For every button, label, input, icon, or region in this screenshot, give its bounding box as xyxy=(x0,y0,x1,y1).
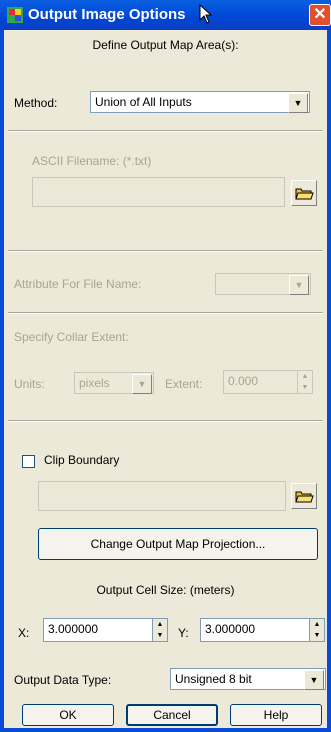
cell-size-y-label: Y: xyxy=(178,626,189,640)
method-value: Union of All Inputs xyxy=(95,95,192,109)
folder-icon xyxy=(295,491,314,503)
extent-value: 0.000 xyxy=(228,374,259,388)
clip-boundary-field[interactable] xyxy=(38,481,286,511)
chevron-down-icon[interactable]: ▼ xyxy=(304,670,324,690)
spinner-arrows-icon[interactable]: ▲ ▼ xyxy=(152,619,167,641)
divider xyxy=(8,250,323,252)
method-label: Method: xyxy=(14,96,58,110)
cancel-button[interactable]: Cancel xyxy=(126,704,218,726)
collar-label: Specify Collar Extent: xyxy=(14,330,129,344)
ok-button[interactable]: OK xyxy=(22,704,114,726)
data-type-select[interactable]: Unsigned 8 bit ▼ xyxy=(170,668,326,690)
ascii-filename-label: ASCII Filename: (*.txt) xyxy=(32,154,152,168)
cell-size-x-spinner[interactable]: 3.000000 ▲ ▼ xyxy=(43,618,168,642)
cell-size-y-value: 3.000000 xyxy=(205,622,256,636)
ascii-browse-button[interactable] xyxy=(291,180,317,206)
units-select[interactable]: pixels ▼ xyxy=(74,372,154,394)
mouse-cursor-icon xyxy=(199,4,213,24)
units-label: Units: xyxy=(14,377,45,391)
clip-boundary-label: Clip Boundary xyxy=(44,453,120,467)
divider xyxy=(8,312,323,314)
cell-size-x-value: 3.000000 xyxy=(48,622,99,636)
attribute-select[interactable]: ▼ xyxy=(215,273,311,295)
cell-size-x-label: X: xyxy=(18,626,30,640)
data-type-value: Unsigned 8 bit xyxy=(175,672,252,686)
cell-size-label: Output Cell Size: (meters) xyxy=(96,583,235,597)
window-title: Output Image Options xyxy=(28,6,186,23)
spinner-arrows-icon[interactable]: ▲ ▼ xyxy=(309,619,324,641)
close-icon: ✕ xyxy=(313,6,327,23)
method-select[interactable]: Union of All Inputs ▼ xyxy=(90,91,310,113)
clip-browse-button[interactable] xyxy=(291,483,317,509)
help-button[interactable]: Help xyxy=(230,704,322,726)
chevron-down-icon[interactable]: ▼ xyxy=(132,374,152,394)
cell-size-y-spinner[interactable]: 3.000000 ▲ ▼ xyxy=(200,618,325,642)
chevron-down-icon[interactable]: ▼ xyxy=(289,275,309,295)
attribute-label: Attribute For File Name: xyxy=(14,277,142,291)
divider xyxy=(8,420,323,422)
folder-icon xyxy=(295,188,314,200)
change-projection-button[interactable]: Change Output Map Projection... xyxy=(38,528,318,560)
units-value: pixels xyxy=(79,376,110,390)
ascii-filename-field[interactable] xyxy=(32,177,285,207)
data-type-label: Output Data Type: xyxy=(14,673,112,687)
clip-boundary-checkbox[interactable] xyxy=(22,455,35,468)
spinner-arrows-icon[interactable]: ▲ ▼ xyxy=(297,371,312,393)
divider xyxy=(8,130,323,132)
chevron-down-icon[interactable]: ▼ xyxy=(288,93,308,113)
extent-spinner[interactable]: 0.000 ▲ ▼ xyxy=(223,370,313,394)
define-area-heading: Define Output Map Area(s): xyxy=(92,38,239,52)
close-button[interactable]: ✕ xyxy=(309,4,331,26)
app-icon xyxy=(7,7,23,23)
extent-label: Extent: xyxy=(165,377,203,391)
